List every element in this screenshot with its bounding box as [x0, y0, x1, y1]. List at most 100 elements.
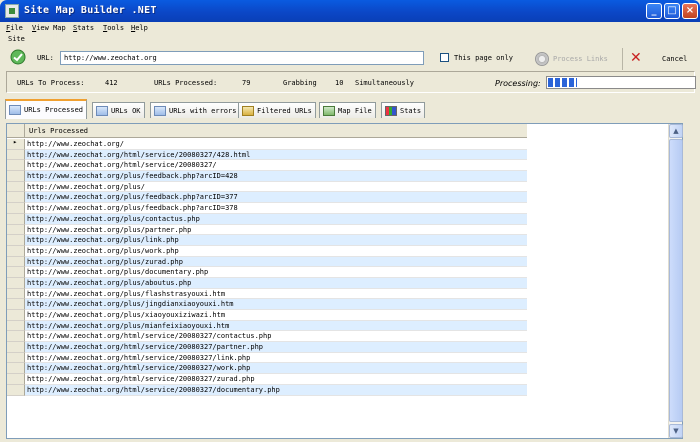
table-row[interactable]: http://www.zeochat.org/html/service/2008… [7, 149, 527, 161]
table-row[interactable]: http://www.zeochat.org/html/service/2008… [7, 331, 527, 343]
menu-view-map[interactable]: View Map [32, 24, 66, 32]
go-icon[interactable] [10, 49, 26, 65]
row-header[interactable] [7, 149, 25, 161]
table-row[interactable]: http://www.zeochat.org/plus/feedback.php… [7, 171, 527, 182]
this-page-only-checkbox[interactable] [440, 53, 449, 62]
row-header[interactable] [7, 384, 25, 396]
table-row[interactable]: http://www.zeochat.org/plus/mianfeixiaoy… [7, 320, 527, 332]
url-cell: http://www.zeochat.org/html/service/2008… [25, 331, 527, 343]
table-row[interactable]: http://www.zeochat.org/ [7, 138, 527, 150]
column-header-urls-processed[interactable]: Urls Processed [29, 127, 88, 135]
row-header[interactable] [7, 331, 25, 343]
table-row[interactable]: http://www.zeochat.org/plus/aboutus.php [7, 277, 527, 289]
gear-icon [535, 52, 549, 66]
vertical-scrollbar[interactable]: ▲ ▼ [668, 124, 683, 438]
url-cell: http://www.zeochat.org/plus/documentary.… [25, 267, 527, 278]
filter-icon [242, 106, 254, 116]
tab-map-file[interactable]: Map File [319, 102, 376, 118]
tab-strip: URLs Processed URLs OK URLs with errors … [5, 99, 695, 119]
row-header[interactable] [7, 342, 25, 353]
table-row[interactable]: http://www.zeochat.org/html/service/2008… [7, 374, 527, 385]
table-row[interactable]: http://www.zeochat.org/plus/feedback.php… [7, 203, 527, 214]
scroll-down-button[interactable]: ▼ [669, 424, 683, 438]
row-header[interactable] [7, 213, 25, 225]
url-label: URL: [37, 54, 54, 62]
simultaneously-label: Simultaneously [355, 79, 415, 87]
table-row[interactable]: http://www.zeochat.org/plus/partner.php [7, 224, 527, 236]
table-row[interactable]: http://www.zeochat.org/html/service/2008… [7, 160, 527, 172]
table-row[interactable]: http://www.zeochat.org/plus/jingdianxiao… [7, 299, 527, 310]
url-input[interactable] [60, 51, 424, 65]
menu-bar: File View Map Stats Tools Help [0, 22, 700, 34]
grid-rows: http://www.zeochat.org/http://www.zeocha… [7, 138, 527, 396]
url-cell: http://www.zeochat.org/plus/link.php [25, 235, 527, 246]
url-cell: http://www.zeochat.org/plus/ [25, 182, 527, 193]
row-header[interactable] [7, 235, 25, 246]
globe-icon [9, 105, 21, 115]
row-header[interactable] [7, 138, 25, 150]
row-header[interactable] [7, 192, 25, 204]
row-header[interactable] [7, 320, 25, 332]
row-header[interactable] [7, 171, 25, 182]
table-row[interactable]: http://www.zeochat.org/plus/link.php [7, 235, 527, 246]
url-cell: http://www.zeochat.org/plus/contactus.ph… [25, 213, 527, 225]
tab-urls-processed[interactable]: URLs Processed [5, 99, 88, 119]
row-header[interactable] [7, 352, 25, 364]
menu-tools[interactable]: Tools [103, 24, 124, 32]
table-row[interactable]: http://www.zeochat.org/plus/contactus.ph… [7, 213, 527, 225]
row-header[interactable] [7, 267, 25, 278]
table-row[interactable]: http://www.zeochat.org/html/service/2008… [7, 352, 527, 364]
row-header[interactable] [7, 181, 25, 193]
row-header[interactable] [7, 203, 25, 214]
minimize-button[interactable]: _ [646, 3, 662, 19]
table-row[interactable]: http://www.zeochat.org/html/service/2008… [7, 363, 527, 375]
url-cell: http://www.zeochat.org/plus/aboutus.php [25, 277, 527, 289]
url-cell: http://www.zeochat.org/plus/flashstrasyo… [25, 289, 527, 300]
progress-bar [546, 76, 696, 89]
menu-help[interactable]: Help [131, 24, 148, 32]
tab-filtered-urls[interactable]: Filtered URLs [238, 102, 316, 118]
page-ok-icon [96, 106, 108, 116]
row-header[interactable] [7, 277, 25, 289]
urls-processed-grid[interactable]: Urls Processed http://www.zeochat.org/ht… [6, 123, 683, 439]
table-row[interactable]: http://www.zeochat.org/plus/flashstrasyo… [7, 288, 527, 300]
table-row[interactable]: http://www.zeochat.org/plus/documentary.… [7, 267, 527, 278]
row-header[interactable] [7, 288, 25, 300]
cancel-icon[interactable]: ✕ [630, 51, 644, 65]
close-button[interactable]: × [682, 3, 698, 19]
tab-urls-with-errors[interactable]: URLs with errors [150, 102, 241, 118]
processing-label: Processing: [495, 79, 541, 88]
url-cell: http://www.zeochat.org/html/service/2008… [25, 374, 527, 385]
tab-stats[interactable]: Stats [381, 102, 426, 118]
menu-file[interactable]: File [6, 24, 23, 32]
table-row[interactable]: http://www.zeochat.org/plus/xiaoyouxiziw… [7, 310, 527, 321]
table-row[interactable]: http://www.zeochat.org/plus/feedback.php… [7, 192, 527, 204]
row-header[interactable] [7, 310, 25, 321]
url-cell: http://www.zeochat.org/plus/feedback.php… [25, 192, 527, 204]
row-header[interactable] [7, 363, 25, 375]
table-row[interactable]: http://www.zeochat.org/html/service/2008… [7, 384, 527, 396]
table-row[interactable]: http://www.zeochat.org/plus/zurad.php [7, 256, 527, 268]
row-header[interactable] [7, 160, 25, 172]
row-header[interactable] [7, 299, 25, 310]
row-header[interactable] [7, 245, 25, 257]
scroll-thumb[interactable] [669, 139, 683, 422]
url-cell: http://www.zeochat.org/html/service/2008… [25, 149, 527, 161]
table-row[interactable]: http://www.zeochat.org/plus/work.php [7, 245, 527, 257]
row-header[interactable] [7, 256, 25, 268]
url-cell: http://www.zeochat.org/plus/xiaoyouxiziw… [25, 310, 527, 321]
urls-processed-value: 79 [242, 79, 251, 87]
row-header[interactable] [7, 224, 25, 236]
row-header[interactable] [7, 374, 25, 385]
maximize-button[interactable]: □ [664, 3, 680, 19]
table-row[interactable]: http://www.zeochat.org/html/service/2008… [7, 342, 527, 353]
tab-urls-ok[interactable]: URLs OK [92, 102, 145, 118]
urls-to-process-value: 412 [105, 79, 118, 87]
table-row[interactable]: http://www.zeochat.org/plus/ [7, 181, 527, 193]
scroll-up-button[interactable]: ▲ [669, 124, 683, 138]
menu-stats[interactable]: Stats [73, 24, 94, 32]
grid-corner [7, 124, 25, 138]
cancel-button[interactable]: Cancel [662, 55, 687, 63]
app-icon [5, 4, 19, 18]
process-links-button[interactable]: Process Links [553, 55, 608, 63]
